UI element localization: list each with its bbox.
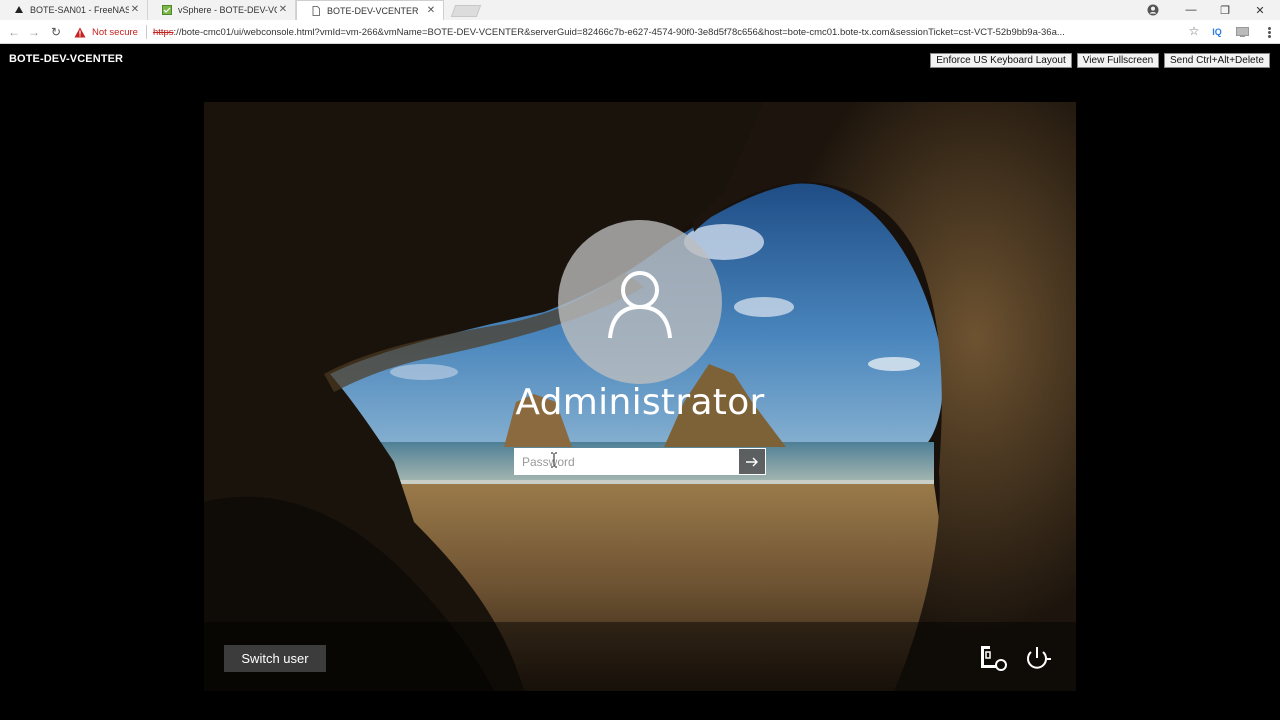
address-bar[interactable]: Not secure https ://bote-cmc01/ui/webcon…	[70, 22, 1204, 42]
account-icon[interactable]	[1146, 3, 1160, 17]
submit-arrow-button[interactable]	[738, 449, 765, 474]
vm-name-title: BOTE-DEV-VCENTER	[9, 53, 124, 65]
browser-tab-console[interactable]: BOTE-DEV-VCENTER ✕	[296, 0, 444, 20]
reload-icon[interactable]: ↻	[48, 24, 64, 40]
send-ctrl-alt-delete-button[interactable]: Send Ctrl+Alt+Delete	[1164, 53, 1270, 68]
minimize-window-icon[interactable]: —	[1174, 0, 1208, 20]
iq-extension-icon[interactable]: IQ	[1209, 24, 1225, 40]
browser-tab-freenas[interactable]: BOTE-SAN01 - FreeNAS- ✕	[0, 0, 148, 20]
freenas-favicon-icon	[14, 5, 24, 15]
view-fullscreen-button[interactable]: View Fullscreen	[1077, 53, 1159, 68]
close-tab-icon[interactable]: ✕	[277, 4, 289, 16]
arrow-right-icon	[746, 457, 758, 466]
not-secure-label[interactable]: Not secure	[92, 27, 138, 38]
browser-tab-strip: BOTE-SAN01 - FreeNAS- ✕ vSphere - BOTE-D…	[0, 0, 1280, 20]
switch-user-button[interactable]: Switch user	[224, 645, 326, 672]
warning-triangle-icon	[74, 26, 86, 38]
network-icon[interactable]	[980, 644, 1010, 672]
browser-menu-icon[interactable]	[1264, 24, 1274, 40]
new-tab-button[interactable]	[450, 5, 482, 17]
close-tab-icon[interactable]: ✕	[425, 5, 437, 17]
vsphere-favicon-icon	[162, 5, 172, 15]
browser-tab-vsphere[interactable]: vSphere - BOTE-DEV-VCE ✕	[148, 0, 296, 20]
password-input[interactable]	[515, 449, 738, 474]
browser-toolbar: ← → ↻ Not secure https ://bote-cmc01/ui/…	[0, 20, 1280, 44]
url-scheme: https	[152, 26, 174, 38]
forward-arrow-icon[interactable]: →	[26, 24, 42, 40]
tab-title: vSphere - BOTE-DEV-VCE	[178, 5, 277, 15]
address-separator	[145, 25, 147, 39]
account-username: Administrator	[515, 382, 765, 423]
user-avatar	[558, 220, 722, 384]
bookmark-star-icon[interactable]: ☆	[1187, 24, 1201, 38]
user-silhouette-icon	[608, 271, 672, 339]
page-favicon-icon	[311, 5, 321, 16]
vm-console-screen[interactable]: Administrator Switch user	[204, 102, 1076, 691]
close-tab-icon[interactable]: ✕	[129, 4, 141, 16]
back-arrow-icon[interactable]: ←	[6, 24, 22, 40]
close-window-icon[interactable]: ✕	[1243, 0, 1277, 20]
tab-title: BOTE-SAN01 - FreeNAS-	[30, 5, 129, 15]
restore-window-icon[interactable]: ❐	[1208, 0, 1242, 20]
power-options-icon[interactable]	[1022, 646, 1052, 672]
enforce-keyboard-layout-button[interactable]: Enforce US Keyboard Layout	[930, 53, 1072, 68]
url-text: ://bote-cmc01/ui/webconsole.html?vmId=vm…	[173, 26, 1065, 38]
text-cursor-icon	[551, 452, 557, 468]
cast-extension-icon[interactable]	[1234, 24, 1250, 40]
tab-title: BOTE-DEV-VCENTER	[327, 5, 419, 16]
